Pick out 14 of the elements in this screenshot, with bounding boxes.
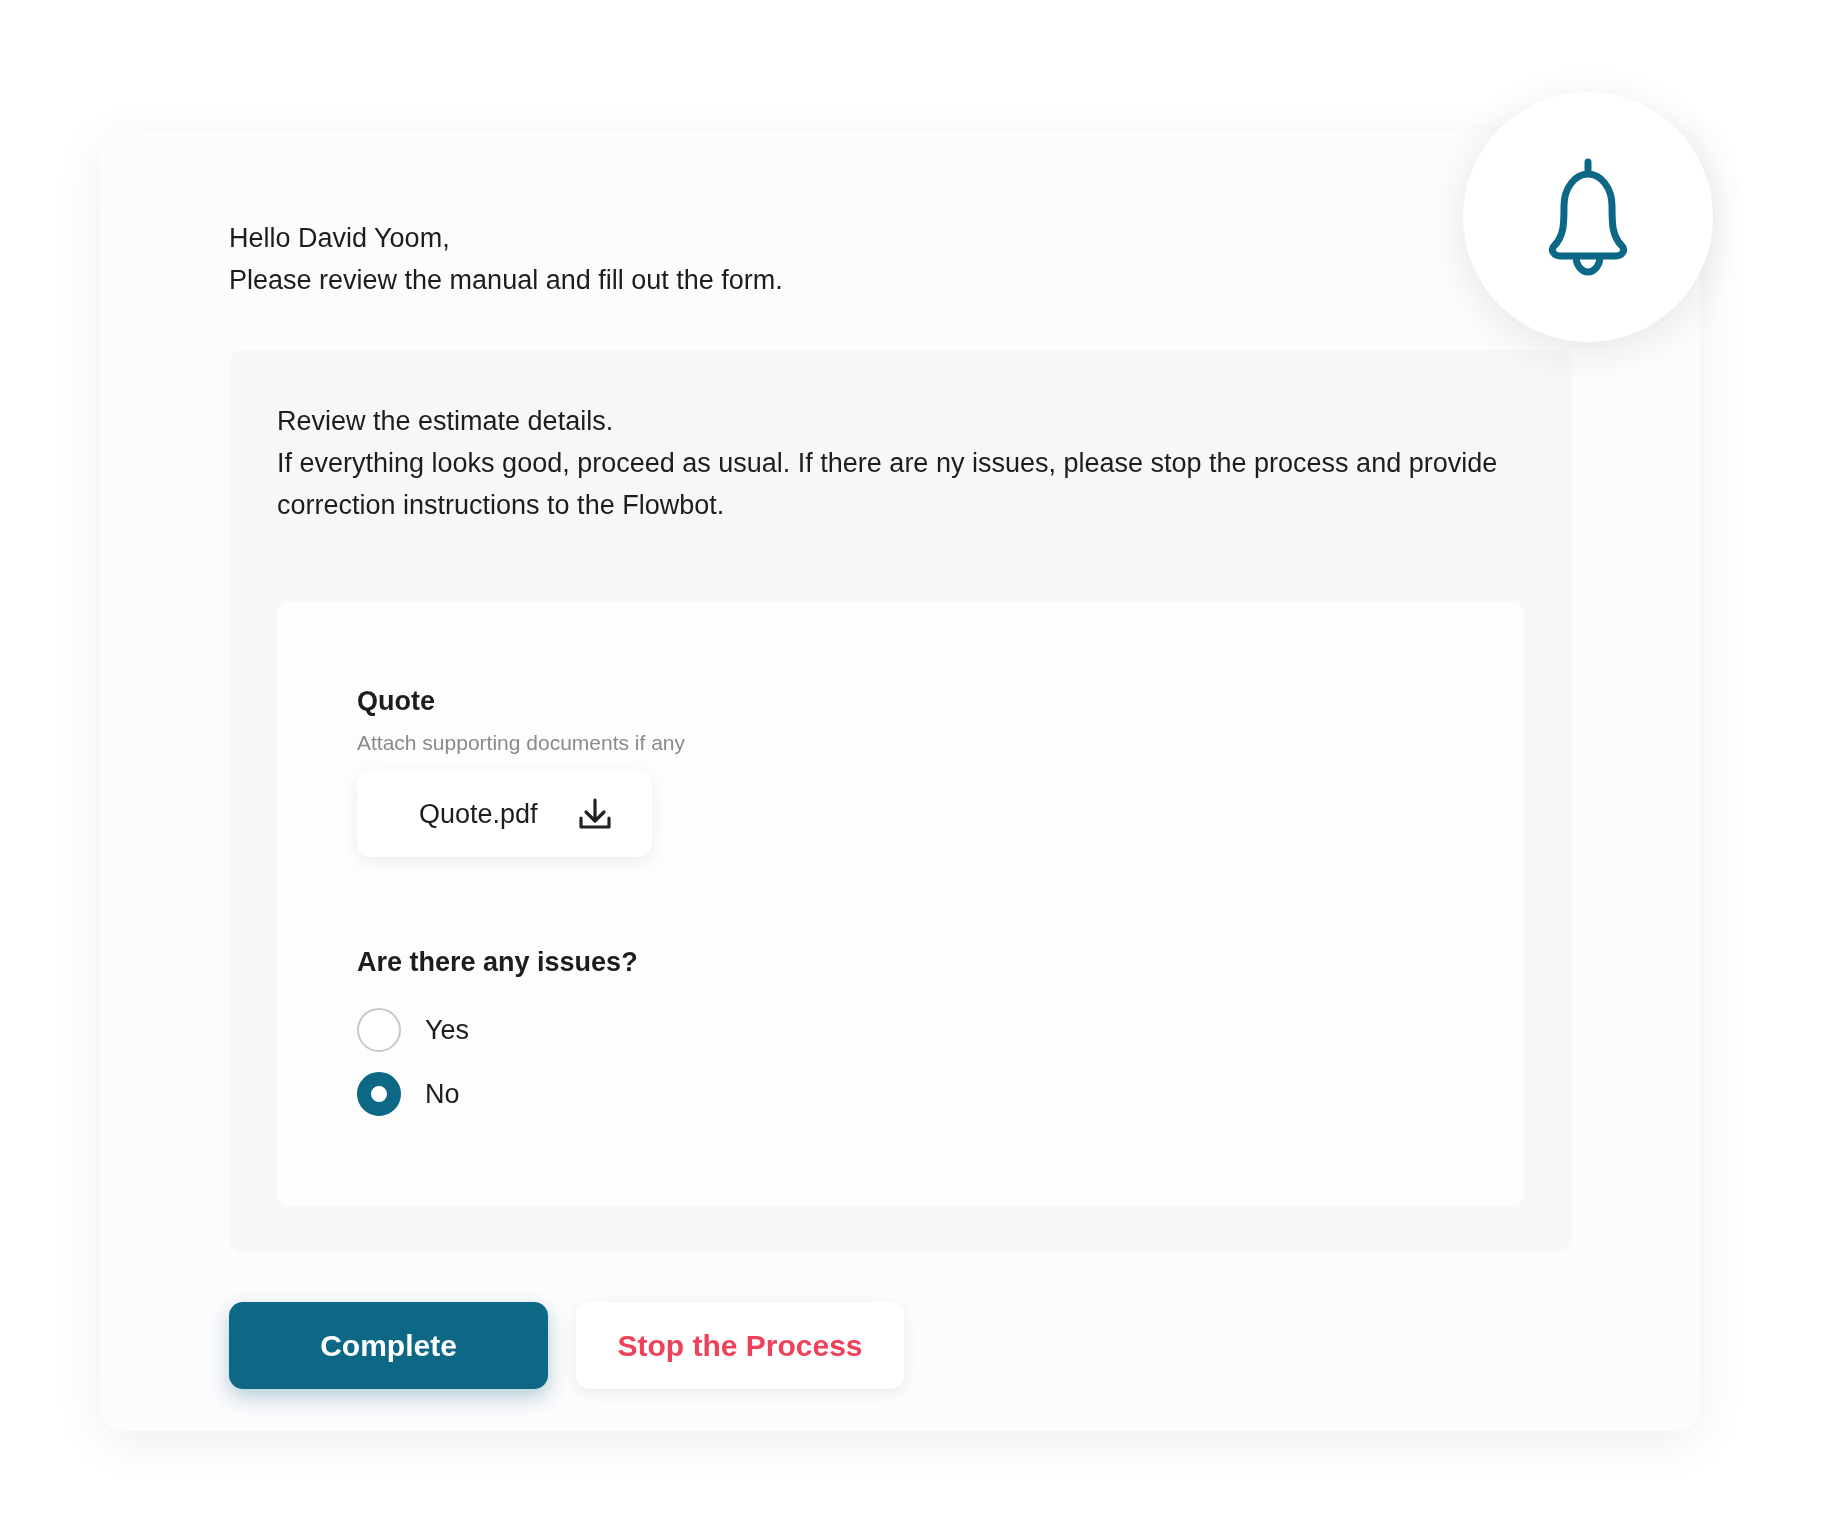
stop-button[interactable]: Stop the Process xyxy=(576,1302,904,1389)
file-download-button[interactable]: Quote.pdf xyxy=(357,771,652,857)
option-label[interactable]: No xyxy=(425,1078,460,1110)
download-icon xyxy=(577,798,612,830)
field-label: Quote xyxy=(357,686,436,717)
instruction-text: Review the estimate details. xyxy=(277,405,615,438)
question-label: Are there any issues? xyxy=(357,947,639,978)
instruction-text: If everything looks good, proceed as usual. If there are ny issues, please stop the process and provide correction instructions to the Flowbot. xyxy=(277,447,1499,522)
radio-button[interactable] xyxy=(357,1072,401,1116)
field-hint: Attach supporting documents if any xyxy=(357,731,687,755)
greeting-text: Please review the manual and fill out the form. xyxy=(229,264,784,297)
option-label[interactable]: Yes xyxy=(425,1014,470,1046)
greeting-text: Hello David Yoom, xyxy=(229,222,451,255)
complete-button[interactable]: Complete xyxy=(229,1302,548,1389)
